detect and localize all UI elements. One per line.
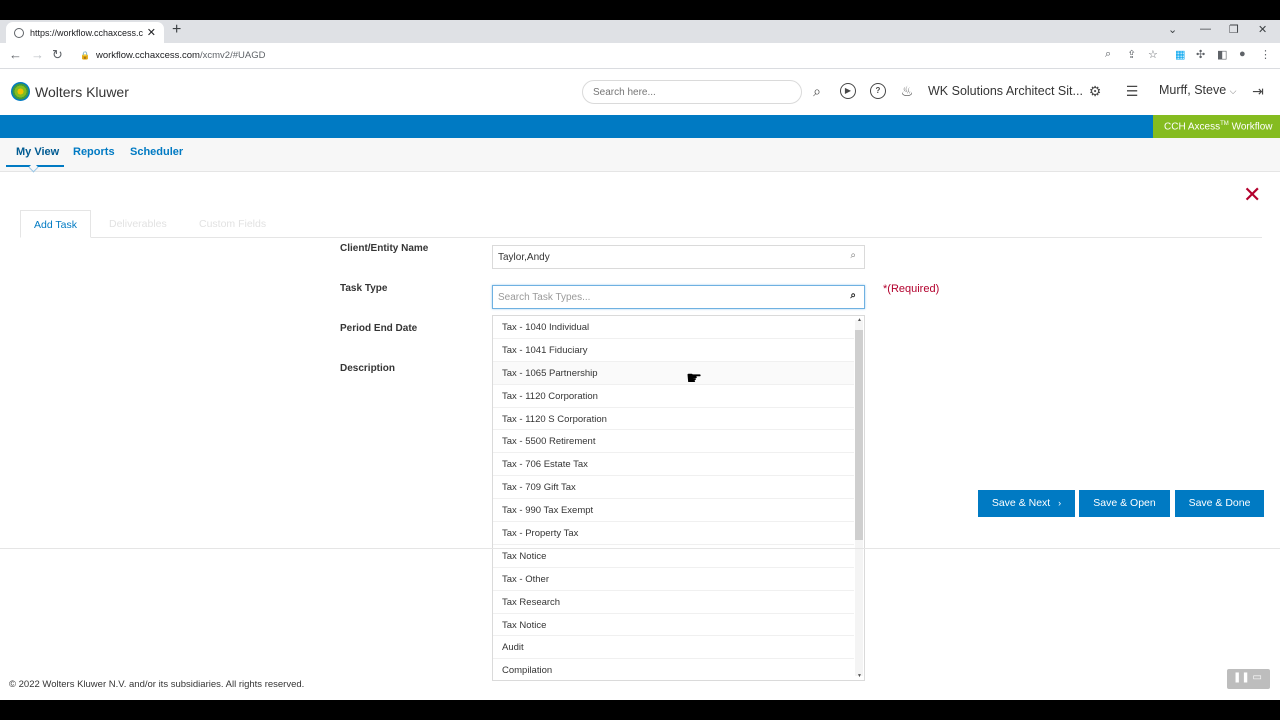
subtab-add-task[interactable]: Add Task	[20, 210, 91, 238]
reload-icon[interactable]: ↻	[52, 47, 63, 63]
task-type-option[interactable]: Tax - 990 Tax Exempt	[493, 499, 854, 523]
new-tab-icon[interactable]: +	[172, 21, 181, 39]
fullscreen-icon[interactable]: ▭	[1253, 672, 1262, 683]
product-badge: CCH AxcessTM Workflow	[1153, 115, 1280, 138]
browser-tab[interactable]: https://workflow.cchaxcess.com/ ✕	[6, 22, 164, 43]
site-selector[interactable]: WK Solutions Architect Sit...	[928, 84, 1083, 98]
url-field[interactable]: 🔒 workflow.cchaxcess.com/xcmv2/#UAGD	[80, 50, 265, 61]
tab-reports[interactable]: Reports	[73, 146, 115, 158]
subtab-custom-fields[interactable]: Custom Fields	[199, 210, 266, 238]
minimize-icon[interactable]: —	[1200, 23, 1211, 35]
video-controls[interactable]: ❚❚ ▭	[1227, 669, 1270, 689]
save-next-button[interactable]: Save & Next ›	[978, 490, 1075, 517]
zoom-icon[interactable]: ⌕	[1105, 48, 1111, 61]
task-type-search-input[interactable]: Search Task Types... ⌕	[492, 285, 865, 309]
save-next-label: Save & Next	[991, 497, 1051, 509]
product-bar: CCH AxcessTM Workflow	[0, 115, 1280, 138]
play-icon[interactable]: ▶	[840, 83, 856, 99]
user-name: Murff, Steve	[1159, 83, 1227, 97]
search-icon[interactable]: ⌕	[809, 83, 825, 99]
logo[interactable]: Wolters Kluwer	[11, 82, 129, 101]
save-done-button[interactable]: Save & Done	[1175, 490, 1264, 517]
tab-scheduler[interactable]: Scheduler	[130, 146, 183, 158]
footer	[0, 548, 1280, 700]
task-type-option[interactable]: Tax - 1041 Fiduciary	[493, 339, 854, 362]
mouse-pointer-icon: ☛	[686, 368, 703, 388]
browser-tab-title: https://workflow.cchaxcess.com/	[30, 27, 143, 38]
pause-icon[interactable]: ❚❚	[1233, 672, 1250, 683]
lock-icon: 🔒	[80, 51, 90, 60]
chevron-right-icon: ›	[1058, 498, 1062, 508]
task-type-option[interactable]: Tax - 1040 Individual	[493, 316, 854, 339]
brand-name: CCH Axcess	[1164, 121, 1221, 133]
lightbulb-icon[interactable]: ♨	[899, 83, 915, 99]
task-type-option[interactable]: Tax - 706 Estate Tax	[493, 453, 854, 477]
task-type-option[interactable]: Tax - 5500 Retirement	[493, 430, 854, 454]
save-open-button[interactable]: Save & Open	[1079, 490, 1170, 517]
url-host: workflow.cchaxcess.com	[95, 50, 200, 61]
task-type-option[interactable]: Tax - 1120 S Corporation	[493, 408, 854, 431]
back-icon[interactable]: ←	[9, 47, 22, 62]
required-indicator: *(Required)	[883, 283, 940, 295]
extensions-puzzle-icon[interactable]: ✣	[1196, 48, 1205, 61]
restore-icon[interactable]: ❐	[1229, 23, 1239, 36]
client-field[interactable]: Taylor,Andy ⌕	[492, 245, 865, 269]
client-label: Client/Entity Name	[340, 243, 429, 254]
task-type-option[interactable]: Tax - 1120 Corporation	[493, 385, 854, 408]
close-icon[interactable]: ✕	[1243, 184, 1261, 206]
address-bar: ← → ↻ 🔒 workflow.cchaxcess.com/xcmv2/#UAG…	[0, 43, 1280, 69]
brand-suffix: Workflow	[1228, 121, 1273, 133]
copyright-text: © 2022 Wolters Kluwer N.V. and/or its su…	[9, 679, 305, 690]
app-header: Wolters Kluwer Search here... ⌕ ▶ ? ♨ WK…	[0, 69, 1280, 115]
browser-tab-strip: https://workflow.cchaxcess.com/ ✕ + ⌄ — …	[0, 20, 1280, 43]
brand-trademark: TM	[1220, 121, 1229, 127]
subtab-deliverables[interactable]: Deliverables	[109, 210, 167, 238]
windows-extension-icon[interactable]: ▦	[1175, 48, 1185, 61]
search-placeholder: Search here...	[593, 87, 656, 98]
help-icon[interactable]: ?	[870, 83, 886, 99]
task-subtabs: Add Task Deliverables Custom Fields	[20, 210, 1262, 238]
share-icon[interactable]: ⇪	[1127, 48, 1136, 61]
scroll-up-icon[interactable]: ▲	[857, 317, 862, 323]
tab-search-icon[interactable]: ⌄	[1168, 23, 1177, 36]
wolters-kluwer-logo-icon	[11, 82, 30, 101]
close-window-icon[interactable]: ✕	[1258, 23, 1267, 36]
logo-text: Wolters Kluwer	[35, 83, 129, 100]
profile-icon[interactable]: ●	[1239, 48, 1246, 60]
chevron-down-icon: ⌵	[1229, 86, 1237, 96]
task-type-label: Task Type	[340, 283, 388, 294]
globe-icon	[14, 27, 24, 38]
forward-icon[interactable]: →	[31, 47, 44, 62]
tab-my-view[interactable]: My View	[16, 146, 59, 158]
global-search-input[interactable]: Search here...	[582, 80, 802, 104]
side-panel-icon[interactable]: ◧	[1217, 48, 1227, 61]
client-search-icon[interactable]: ⌕	[850, 250, 856, 261]
close-tab-icon[interactable]: ✕	[147, 26, 156, 39]
url-path: /xcmv2/#UAGD	[199, 50, 266, 61]
browser-menu-icon[interactable]: ⋮	[1260, 48, 1271, 61]
bookmark-star-icon[interactable]: ☆	[1148, 48, 1158, 61]
notifications-icon[interactable]: ☰	[1124, 83, 1140, 99]
dropdown-scroll-thumb[interactable]	[855, 330, 863, 540]
main-nav: My View Reports Scheduler	[0, 138, 1280, 173]
settings-gear-icon[interactable]: ⚙	[1087, 83, 1103, 99]
task-type-option[interactable]: Tax - Property Tax	[493, 522, 854, 545]
task-type-search-icon[interactable]: ⌕	[850, 290, 856, 301]
client-value: Taylor,Andy	[498, 252, 550, 263]
description-label: Description	[340, 363, 396, 374]
task-type-option[interactable]: Tax - 709 Gift Tax	[493, 476, 854, 500]
period-end-date-label: Period End Date	[340, 323, 418, 334]
logout-icon[interactable]: ⇥	[1250, 83, 1266, 99]
user-menu[interactable]: Murff, Steve ⌵	[1159, 83, 1236, 97]
task-type-placeholder: Search Task Types...	[498, 292, 591, 303]
app-page: Wolters Kluwer Search here... ⌕ ▶ ? ♨ WK…	[0, 69, 1280, 700]
task-type-option[interactable]: Tax - 1065 Partnership	[493, 361, 854, 385]
